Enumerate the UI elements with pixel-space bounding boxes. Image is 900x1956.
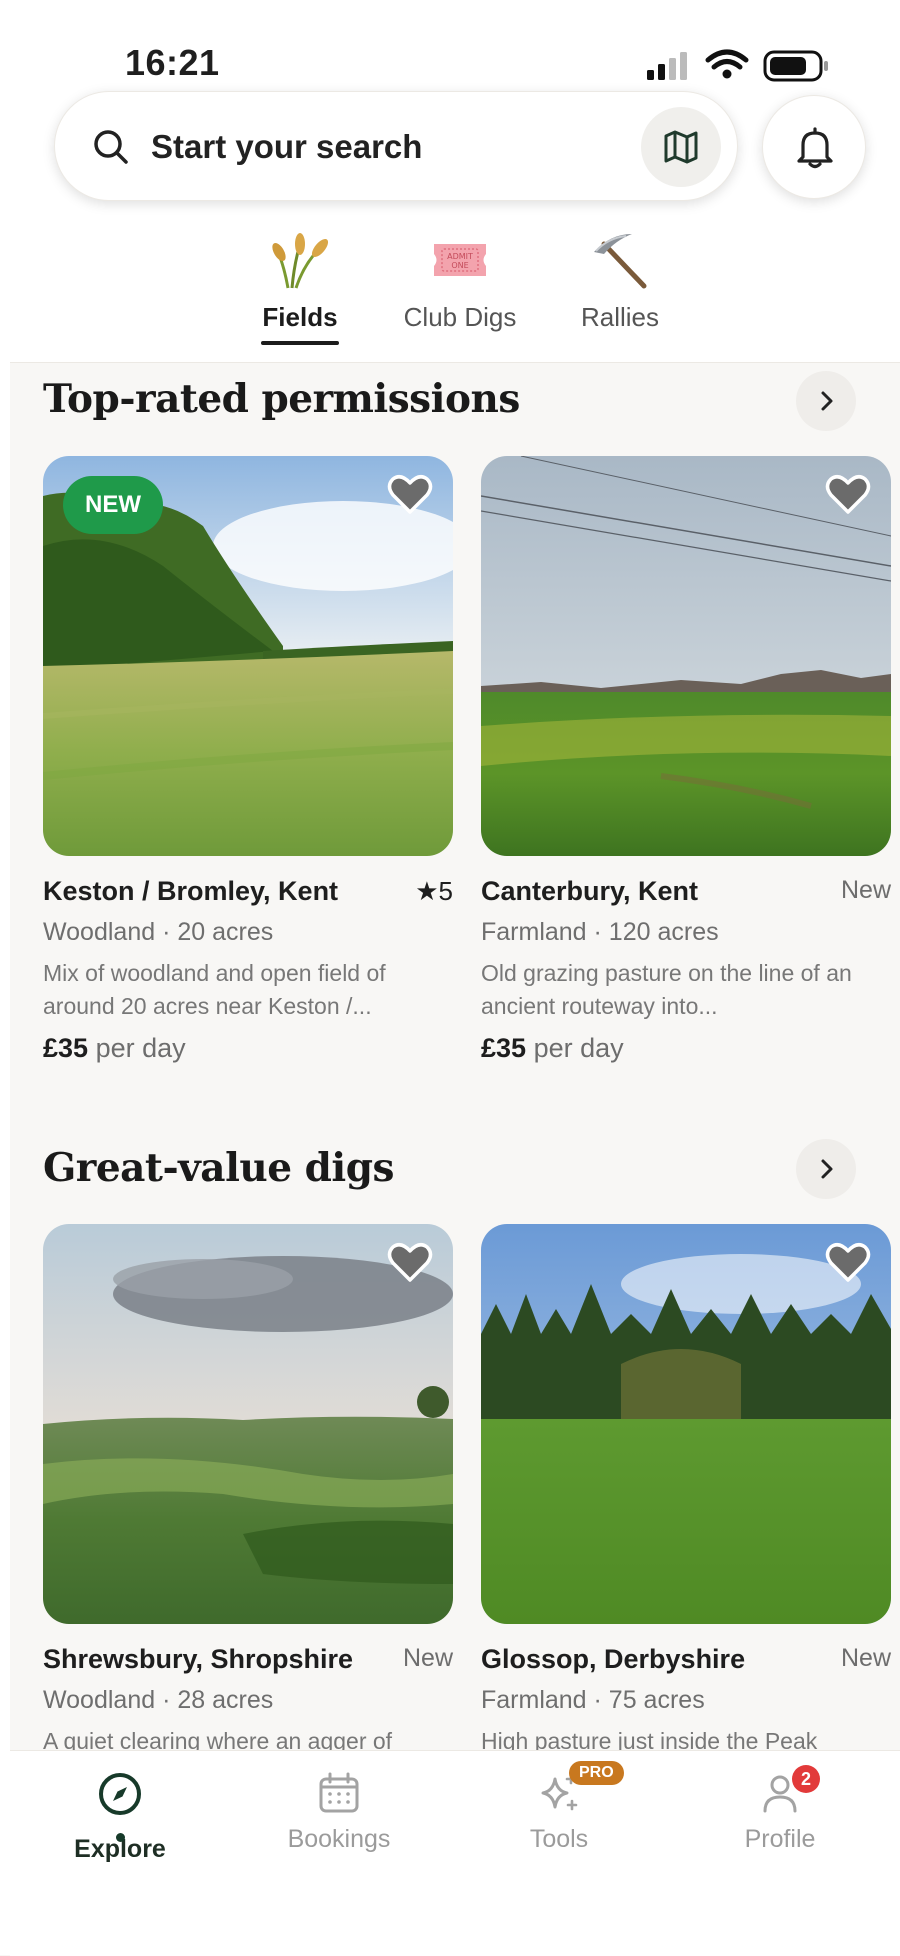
tab-club-digs[interactable]: ADMIT ONE Club Digs <box>390 230 530 333</box>
field-photo <box>481 456 891 856</box>
listing-subtitle: Farmland · 75 acres <box>481 1686 705 1714</box>
listing-subtitle: Woodland · 20 acres <box>43 918 274 946</box>
compass-icon <box>99 1773 141 1815</box>
tab-fields[interactable]: Fields <box>250 230 350 333</box>
listing-status: New <box>402 1644 453 1672</box>
pro-badge: PRO <box>569 1761 624 1785</box>
bell-icon <box>797 127 833 169</box>
tab-profile-label: Profile <box>744 1825 816 1853</box>
pick-icon <box>594 234 647 289</box>
section-title-top-rated: Top-rated permissions <box>43 376 520 422</box>
listing-subtitle: Woodland · 28 acres <box>43 1686 274 1714</box>
tab-profile[interactable]: 2 Profile <box>680 1765 880 1854</box>
listing-location: Keston / Bromley, Kent <box>43 876 339 906</box>
listing-location: Glossop, Derbyshire <box>481 1644 746 1674</box>
header: 16:21 Start your search Fields ADMIT ONE… <box>10 0 900 363</box>
calendar-icon <box>319 1772 359 1813</box>
tab-rallies[interactable]: Rallies <box>565 230 675 333</box>
listing-price: £35 per day <box>481 1033 624 1063</box>
top-rated-see-all-button[interactable] <box>796 371 856 431</box>
listing-description: Mix of woodland and open field of around… <box>43 960 386 1019</box>
search-placeholder[interactable]: Start your search <box>151 128 422 166</box>
listing-card[interactable]: Glossop, Derbyshire New Farmland · 75 ac… <box>481 1224 891 1791</box>
new-badge: NEW <box>63 476 163 534</box>
chevron-right-icon <box>821 1159 833 1179</box>
active-tab-dot <box>116 1833 125 1842</box>
tab-explore[interactable]: Explore <box>20 1771 220 1864</box>
favorite-heart-icon[interactable] <box>825 1242 871 1284</box>
notifications-button[interactable] <box>762 95 866 199</box>
listing-card[interactable]: Canterbury, Kent New Farmland · 120 acre… <box>481 456 891 1064</box>
tab-tools-label: Tools <box>529 1825 589 1853</box>
listing-location: Shrewsbury, Shropshire <box>43 1644 354 1674</box>
search-bar[interactable]: Start your search <box>54 91 738 201</box>
star-icon: ★ <box>415 876 439 906</box>
field-photo <box>43 1224 453 1624</box>
ticket-icon: ADMIT ONE <box>434 244 486 276</box>
status-icons <box>645 46 835 86</box>
listing-photo[interactable]: NEW <box>43 456 453 856</box>
listing-photo[interactable] <box>481 456 891 856</box>
search-icon <box>94 130 128 164</box>
favorite-heart-icon[interactable] <box>387 1242 433 1284</box>
chevron-right-icon <box>821 391 833 411</box>
great-value-see-all-button[interactable] <box>796 1139 856 1199</box>
listing-photo[interactable] <box>481 1224 891 1624</box>
tab-fields-label: Fields <box>262 302 338 332</box>
listing-location: Canterbury, Kent <box>481 876 699 906</box>
svg-text:ONE: ONE <box>451 261 468 270</box>
map-button[interactable] <box>641 107 721 187</box>
tab-tools[interactable]: PRO Tools <box>459 1761 659 1854</box>
listing-card[interactable]: Shrewsbury, Shropshire New Woodland · 28… <box>43 1224 453 1791</box>
signal-wifi-battery-icon <box>647 49 828 82</box>
status-time: 16:21 <box>125 42 220 83</box>
tab-rallies-label: Rallies <box>580 302 660 332</box>
listing-price: £35 per day <box>43 1033 186 1063</box>
wheat-icon <box>272 233 329 289</box>
notification-count-badge: 2 <box>792 1765 820 1793</box>
favorite-heart-icon[interactable] <box>387 474 433 516</box>
listing-photo[interactable] <box>43 1224 453 1624</box>
listing-description: Old grazing pasture on the line of an an… <box>481 960 852 1019</box>
tab-bookings-label: Bookings <box>287 1825 391 1853</box>
active-tab-indicator <box>261 341 339 345</box>
svg-text:ADMIT: ADMIT <box>447 252 473 261</box>
listing-subtitle: Farmland · 120 acres <box>481 918 719 946</box>
favorite-heart-icon[interactable] <box>825 474 871 516</box>
section-title-great-value: Great-value digs <box>43 1145 394 1191</box>
listing-card[interactable]: NEW Keston / Bromley, Kent ★5 Woodland ·… <box>43 456 453 1064</box>
bottom-tab-bar: Explore Bookings PRO Tools 2 Profile <box>10 1750 900 1956</box>
map-icon <box>664 130 698 164</box>
field-photo <box>481 1224 891 1624</box>
listing-status: New <box>840 1644 891 1672</box>
tab-bookings[interactable]: Bookings <box>239 1771 439 1854</box>
listing-status: New <box>840 876 891 904</box>
listing-rating: ★5 <box>415 876 453 906</box>
tab-club-digs-label: Club Digs <box>403 302 517 332</box>
